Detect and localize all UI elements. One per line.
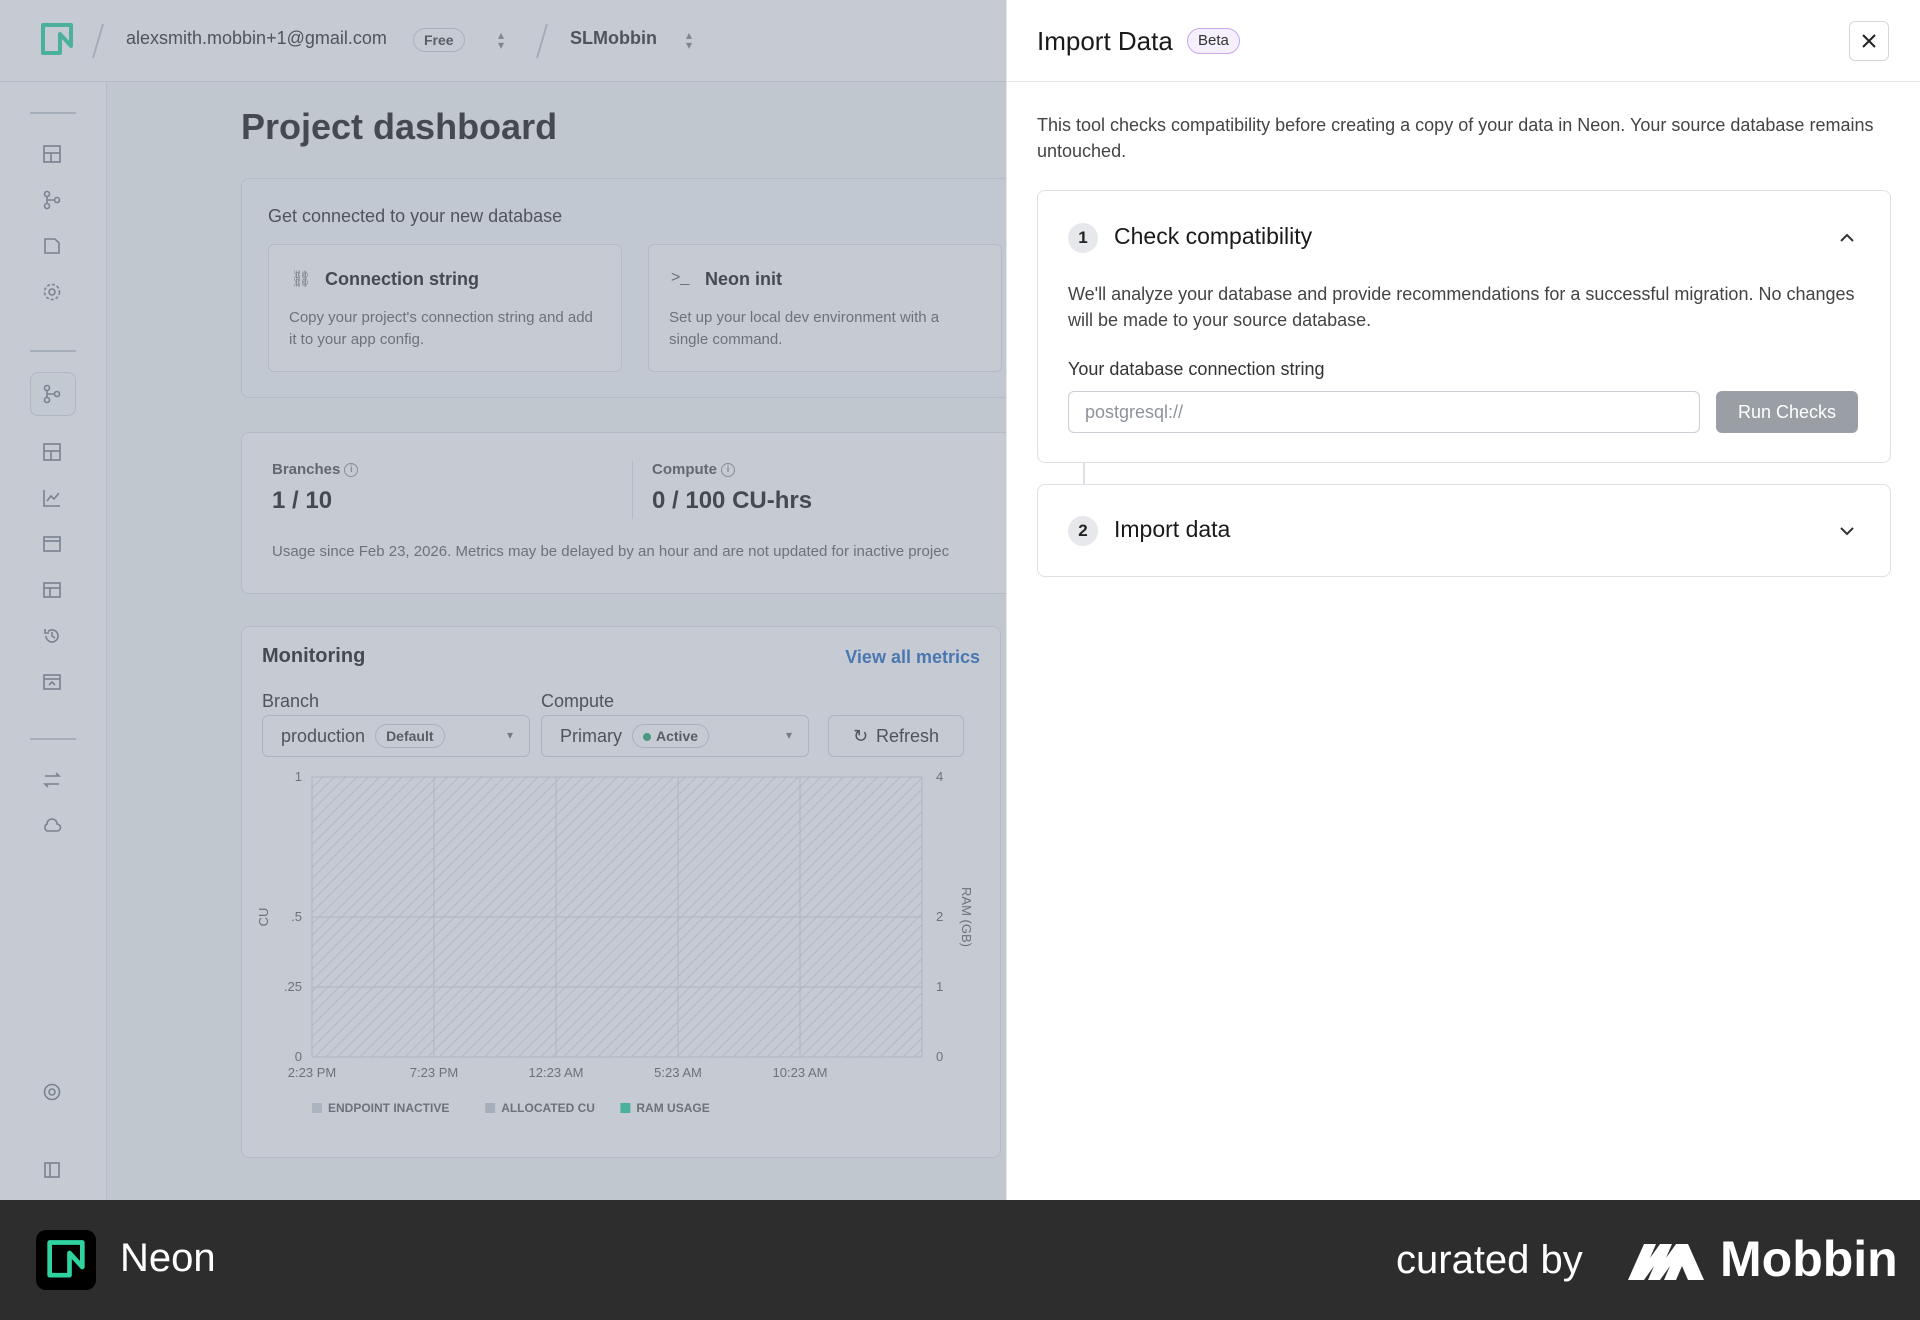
step-title[interactable]: Import data bbox=[1114, 516, 1230, 543]
drawer-intro: This tool checks compatibility before cr… bbox=[1037, 115, 1874, 161]
mobbin-logo-icon bbox=[1628, 1244, 1704, 1280]
neon-app-icon bbox=[36, 1230, 96, 1290]
import-data-drawer: Import Data Beta This tool checks compat… bbox=[1006, 0, 1920, 1200]
footer-bar: Neon curated by Mobbin bbox=[0, 1200, 1920, 1320]
step-check-compatibility: 1 Check compatibility We'll analyze your… bbox=[1037, 190, 1891, 463]
connection-string-label: Your database connection string bbox=[1068, 359, 1325, 379]
drawer-title: Import Data bbox=[1037, 26, 1173, 56]
footer-app-name: Neon bbox=[120, 1236, 216, 1280]
footer-mobbin-wordmark: Mobbin bbox=[1720, 1231, 1898, 1287]
modal-backdrop[interactable] bbox=[0, 0, 1006, 1200]
chevron-down-icon[interactable] bbox=[1838, 522, 1856, 540]
close-icon bbox=[1862, 34, 1876, 48]
step-import-data[interactable]: 2 Import data bbox=[1037, 484, 1891, 577]
neon-logo-icon bbox=[47, 1240, 85, 1278]
footer-curated-by: curated by bbox=[1396, 1238, 1583, 1282]
close-button[interactable] bbox=[1849, 21, 1889, 61]
connection-string-input[interactable] bbox=[1068, 391, 1700, 433]
step-title[interactable]: Check compatibility bbox=[1114, 223, 1312, 250]
step-connector bbox=[1083, 463, 1085, 484]
beta-badge: Beta bbox=[1187, 28, 1240, 54]
step-number: 2 bbox=[1068, 516, 1098, 546]
drawer-header: Import Data Beta bbox=[1007, 0, 1920, 82]
chevron-up-icon[interactable] bbox=[1838, 229, 1856, 247]
run-checks-button[interactable]: Run Checks bbox=[1716, 391, 1858, 433]
step-number: 1 bbox=[1068, 223, 1098, 253]
step-description: We'll analyze your database and provide … bbox=[1068, 284, 1855, 330]
